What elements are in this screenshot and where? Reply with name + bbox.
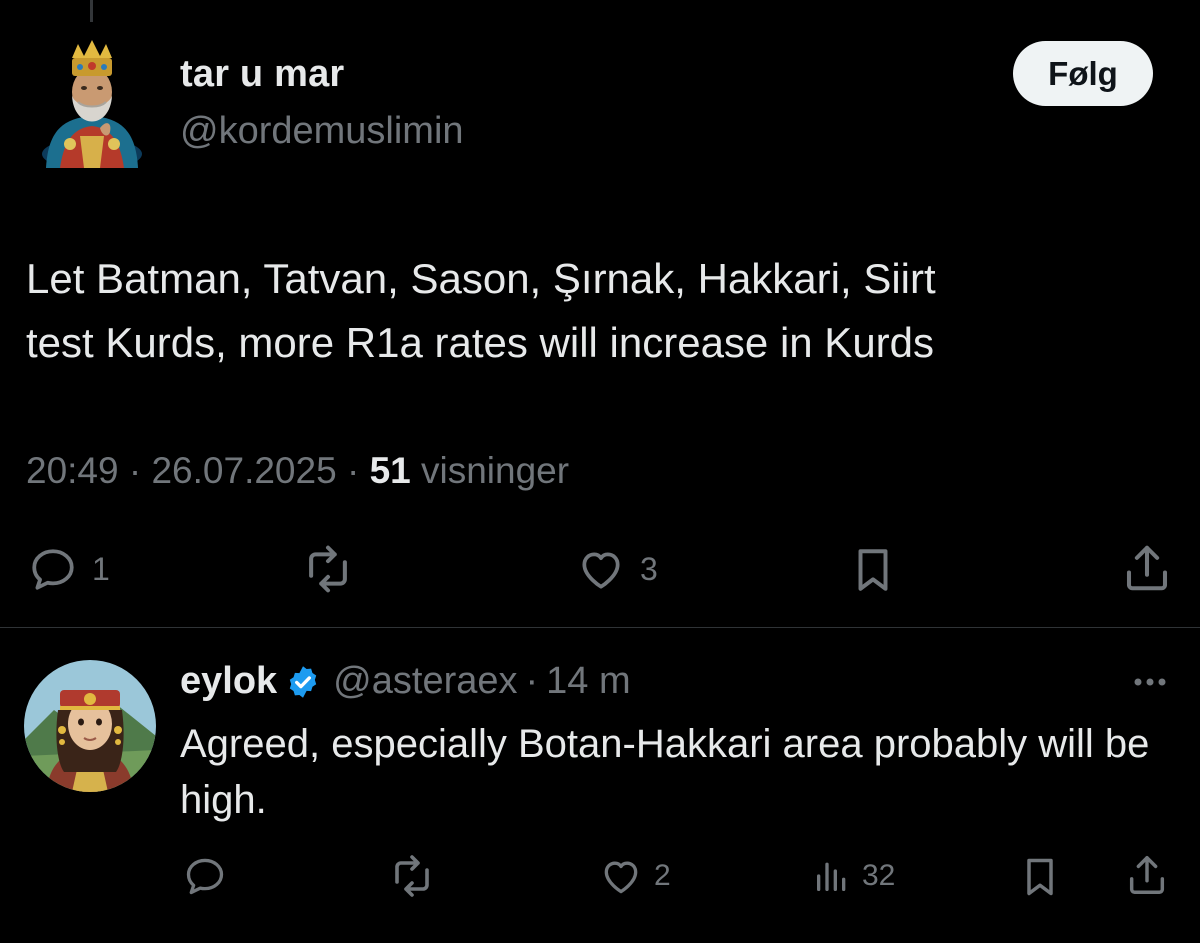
reply-handle[interactable]: @asteraex bbox=[333, 660, 517, 703]
bearded-king-avatar-icon bbox=[42, 40, 142, 170]
bookmark-icon bbox=[858, 549, 888, 591]
author-display-name[interactable]: tar u mar bbox=[180, 53, 344, 96]
more-options-button[interactable] bbox=[1130, 672, 1170, 697]
reply-reply-action[interactable] bbox=[182, 854, 238, 898]
thread-connector-line bbox=[90, 0, 93, 22]
reply-display-name[interactable]: eylok bbox=[180, 660, 277, 703]
reply-icon bbox=[186, 858, 224, 895]
more-horizontal-icon bbox=[1134, 678, 1166, 686]
reply-like-action[interactable]: 2 bbox=[598, 854, 671, 898]
share-action[interactable] bbox=[1120, 540, 1174, 596]
like-count: 3 bbox=[640, 550, 658, 587]
reply-action[interactable]: 1 bbox=[26, 544, 110, 594]
heart-icon bbox=[582, 552, 620, 589]
bookmark-icon bbox=[1027, 858, 1053, 896]
tweet-time[interactable]: 20:49 bbox=[26, 450, 119, 491]
share-icon bbox=[1126, 545, 1168, 591]
author-avatar[interactable] bbox=[40, 36, 144, 170]
reply-text: Agreed, especially Botan-Hakkari area pr… bbox=[180, 722, 1150, 822]
reply-count: 1 bbox=[92, 550, 110, 587]
reply-header: eylok @asteraex · 14 m bbox=[180, 660, 631, 703]
like-action[interactable]: 3 bbox=[574, 544, 658, 594]
reply-time[interactable]: 14 m bbox=[546, 660, 630, 703]
tweet-meta: 20:49 · 26.07.2025 · 51 visninger bbox=[26, 450, 569, 492]
repost-icon bbox=[309, 545, 347, 593]
views-label: visninger bbox=[421, 450, 570, 491]
reply-views-action[interactable]: 32 bbox=[812, 854, 895, 898]
reply-share-action[interactable] bbox=[1124, 850, 1170, 900]
tweet-date[interactable]: 26.07.2025 bbox=[151, 450, 336, 491]
reply-like-count: 2 bbox=[654, 859, 671, 892]
tweet-divider bbox=[0, 627, 1200, 628]
woman-headdress-avatar-icon bbox=[24, 660, 156, 792]
meta-separator: · bbox=[346, 450, 360, 491]
views-count: 51 bbox=[369, 450, 411, 491]
reply-views-count: 32 bbox=[862, 859, 896, 892]
reply-separator: · bbox=[525, 660, 539, 702]
reply-author-avatar[interactable] bbox=[24, 660, 156, 792]
bookmark-action[interactable] bbox=[848, 542, 898, 598]
author-handle[interactable]: @kordemuslimin bbox=[180, 110, 464, 153]
verified-badge-icon bbox=[285, 664, 321, 700]
analytics-bars-icon bbox=[817, 862, 846, 891]
heart-icon bbox=[604, 861, 638, 894]
share-icon bbox=[1129, 856, 1165, 894]
reply-bookmark-action[interactable] bbox=[1018, 852, 1062, 902]
reply-icon bbox=[32, 549, 74, 590]
follow-button[interactable]: Følg bbox=[1013, 41, 1153, 106]
repost-action[interactable] bbox=[298, 542, 370, 596]
reply-repost-action[interactable] bbox=[386, 852, 438, 900]
repost-icon bbox=[395, 855, 429, 897]
tweet-text: Let Batman, Tatvan, Sason, Şırnak, Hakka… bbox=[26, 255, 936, 366]
meta-separator: · bbox=[128, 450, 142, 491]
